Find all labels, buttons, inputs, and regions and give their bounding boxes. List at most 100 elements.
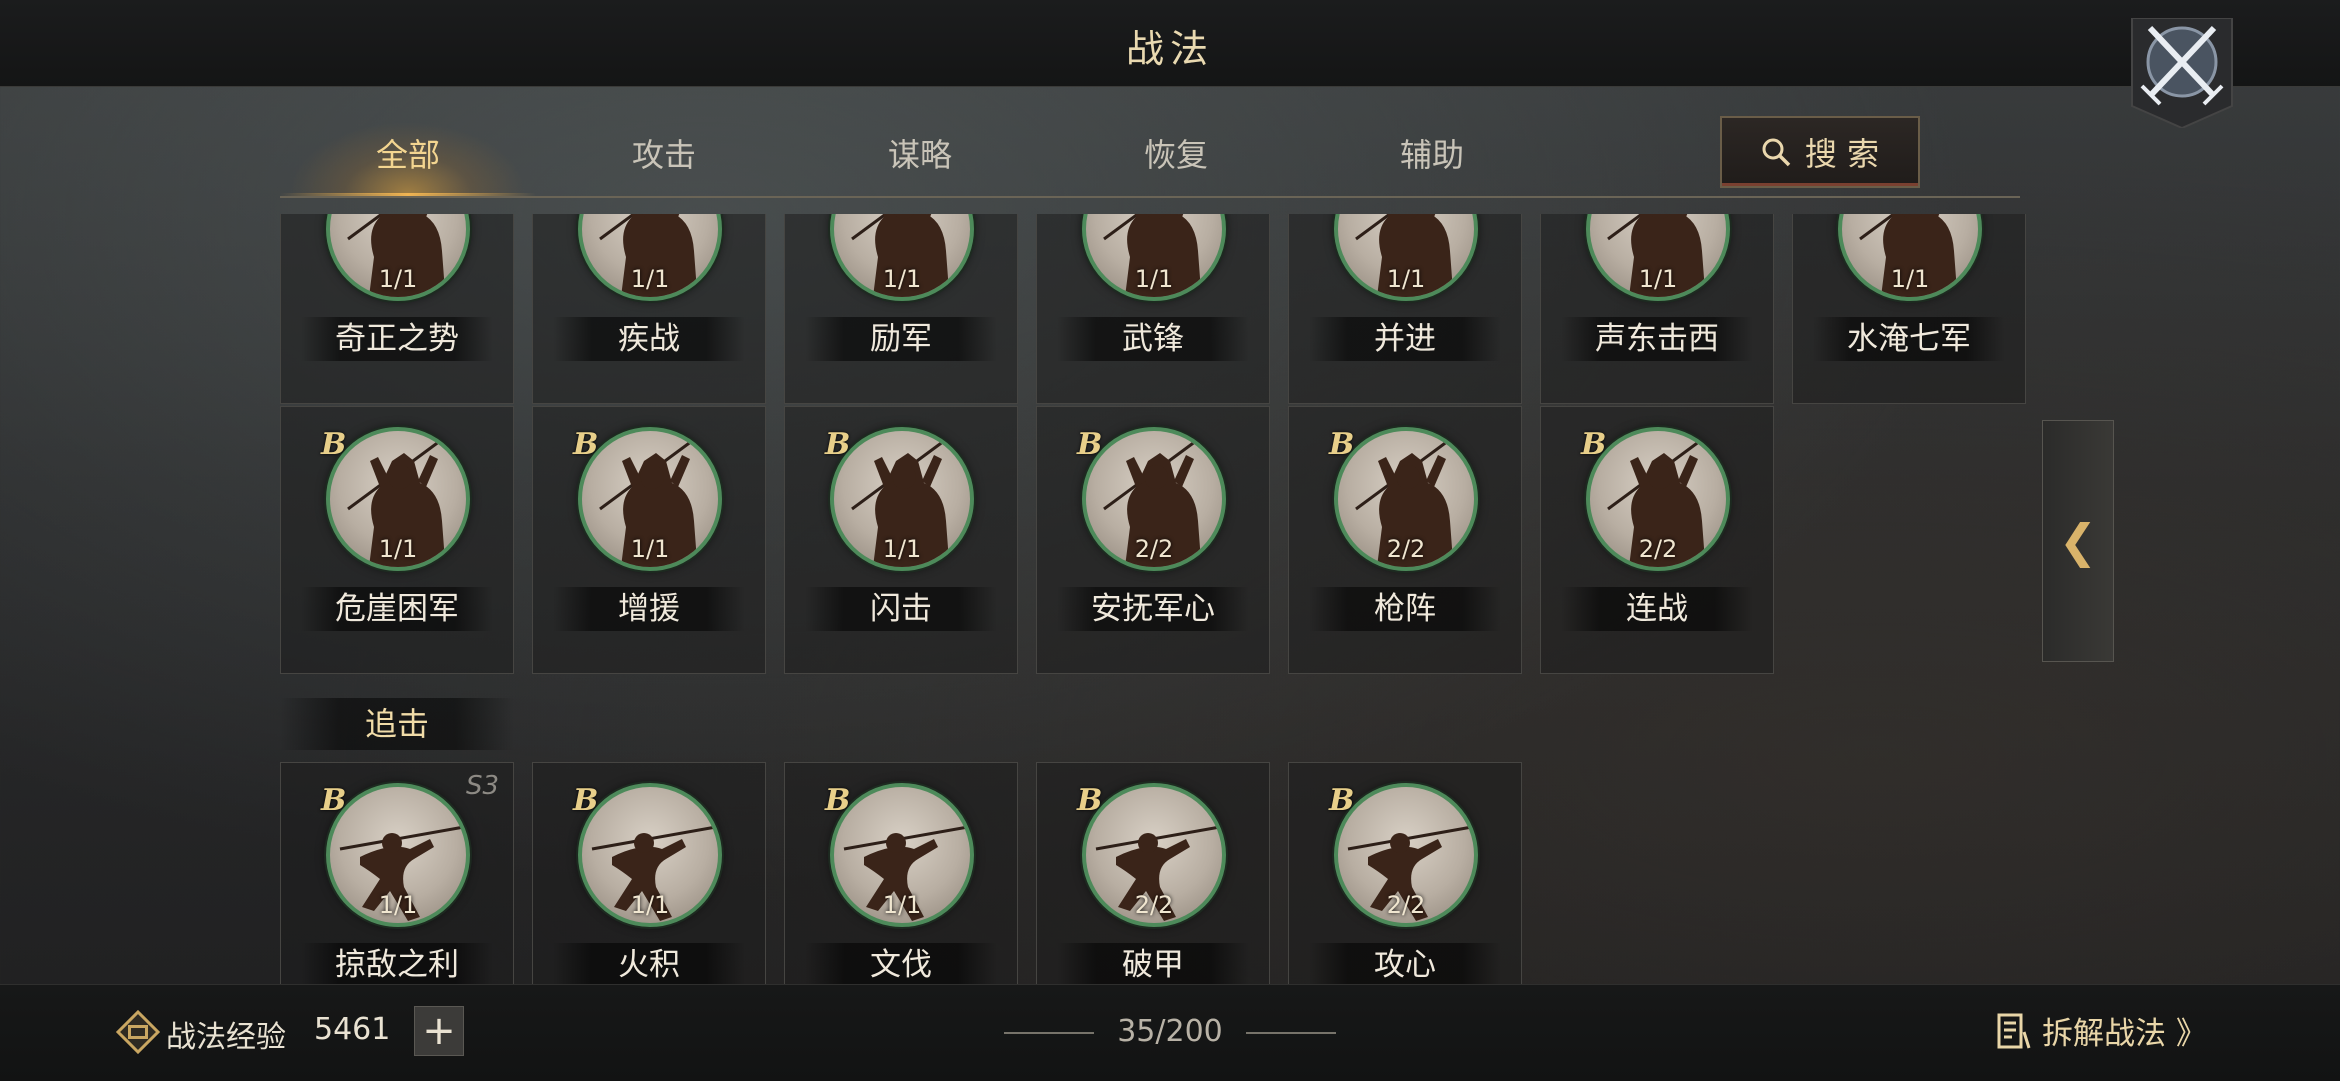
tactic-count: 1/1 xyxy=(378,265,418,293)
tactic-name: 攻心 xyxy=(1309,943,1501,984)
tactic-name: 连战 xyxy=(1561,587,1753,631)
grade-badge: B xyxy=(1077,427,1103,462)
close-button[interactable] xyxy=(2128,17,2236,130)
tab-recovery[interactable]: 恢复 xyxy=(1048,116,1304,194)
search-label: 搜 索 xyxy=(1804,135,1880,173)
tactic-count: 1/1 xyxy=(1134,265,1174,293)
tactic-icon: 2/2 xyxy=(1082,783,1226,927)
tactic-count: 1/1 xyxy=(882,535,922,563)
tactic-card[interactable]: B 1/1 增援 xyxy=(532,406,766,674)
tactic-name: 火积 xyxy=(553,943,745,984)
tactic-card[interactable]: 1/1 武锋 xyxy=(1036,214,1270,404)
tactic-card[interactable]: B 1/1 危崖困军 xyxy=(280,406,514,674)
decompose-tactic-button[interactable]: 拆解战法 》 xyxy=(1996,1008,2207,1053)
tactic-name: 危崖困军 xyxy=(301,587,493,631)
tactic-name: 水淹七军 xyxy=(1813,317,2005,361)
tab-support[interactable]: 辅助 xyxy=(1304,116,1560,194)
grade-badge: B xyxy=(573,427,599,462)
chevron-left-icon: ❮ xyxy=(2058,514,2098,568)
tactic-card[interactable]: B S3 1/1 掠敌之利 xyxy=(280,762,514,984)
list-icon xyxy=(1997,1013,2031,1048)
tactic-count: 1/1 xyxy=(378,535,418,563)
tactic-icon: 2/2 xyxy=(1082,427,1226,571)
tactic-count: 1/1 xyxy=(630,891,670,919)
tactic-card[interactable]: 1/1 声东击西 xyxy=(1540,214,1774,404)
tactic-icon: 1/1 xyxy=(1334,214,1478,301)
tactic-icon: 1/1 xyxy=(1082,214,1226,301)
tactic-icon: 2/2 xyxy=(1586,427,1730,571)
tactic-count: 2/2 xyxy=(1638,535,1678,563)
tactic-card[interactable]: B 2/2 破甲 xyxy=(1036,762,1270,984)
search-button[interactable]: 搜 索 xyxy=(1720,116,1920,188)
tactic-count: 1/1 xyxy=(378,891,418,919)
divider-right xyxy=(1246,1032,1336,1034)
grade-badge: B xyxy=(1329,783,1355,818)
season-tag: S3 xyxy=(465,771,499,801)
grade-badge: B xyxy=(573,783,599,818)
tactic-icon: 1/1 xyxy=(1838,214,1982,301)
tactic-card[interactable]: 1/1 励军 xyxy=(784,214,1018,404)
tactic-name: 掠敌之利 xyxy=(301,943,493,984)
tactic-name: 奇正之势 xyxy=(301,317,493,361)
grade-badge: B xyxy=(1581,427,1607,462)
section-label-pursuit: 追击 xyxy=(280,698,514,750)
tactic-grid: 1/1 奇正之势 1/1 疾战 1/1 励军 1/1 武锋 1/1 并进 1/1 声东击西 1/1 水淹七… xyxy=(280,214,2040,984)
tactic-count: 1/1 xyxy=(882,265,922,293)
tactic-name: 并进 xyxy=(1309,317,1501,361)
tactic-name: 枪阵 xyxy=(1309,587,1501,631)
tactic-icon: 1/1 xyxy=(830,783,974,927)
tactic-icon: 1/1 xyxy=(578,783,722,927)
tactic-count: 2/2 xyxy=(1134,891,1174,919)
tactic-card[interactable]: B 1/1 火积 xyxy=(532,762,766,984)
tactic-card[interactable]: B 1/1 文伐 xyxy=(784,762,1018,984)
tactic-icon: 2/2 xyxy=(1334,427,1478,571)
tactic-count: 2/2 xyxy=(1386,891,1426,919)
tactic-icon: 1/1 xyxy=(326,214,470,301)
tactic-icon: 1/1 xyxy=(830,427,974,571)
tactic-card[interactable]: B 1/1 闪击 xyxy=(784,406,1018,674)
crossed-swords-icon xyxy=(2131,17,2233,130)
grade-badge: B xyxy=(1329,427,1355,462)
tab-strategy[interactable]: 谋略 xyxy=(792,116,1048,194)
tactic-card[interactable]: B 2/2 连战 xyxy=(1540,406,1774,674)
side-panel-toggle[interactable]: ❮ xyxy=(2042,420,2114,662)
tactic-card[interactable]: 1/1 奇正之势 xyxy=(280,214,514,404)
tactic-card[interactable]: 1/1 并进 xyxy=(1288,214,1522,404)
tactic-count: 1/1 xyxy=(630,535,670,563)
tactic-icon: 1/1 xyxy=(578,214,722,301)
tactic-icon: 2/2 xyxy=(1334,783,1478,927)
grade-badge: B xyxy=(321,783,347,818)
tactic-name: 励军 xyxy=(805,317,997,361)
tab-all[interactable]: 全部 xyxy=(280,116,536,196)
tactic-count: 1/1 xyxy=(1386,265,1426,293)
page-title: 战法 xyxy=(1125,27,1214,71)
tactic-icon: 1/1 xyxy=(1586,214,1730,301)
decompose-label: 拆解战法 》 xyxy=(2042,1016,2207,1052)
grade-badge: B xyxy=(825,427,851,462)
tactic-count: 1/1 xyxy=(1890,265,1930,293)
tactic-card[interactable]: B 2/2 枪阵 xyxy=(1288,406,1522,674)
tactic-icon: 1/1 xyxy=(578,427,722,571)
tactic-count: 2/2 xyxy=(1134,535,1174,563)
tactic-count: 1/1 xyxy=(1638,265,1678,293)
tactic-name: 武锋 xyxy=(1057,317,1249,361)
tactic-name: 增援 xyxy=(553,587,745,631)
tactic-count: 1/1 xyxy=(882,891,922,919)
tactic-card[interactable]: B 2/2 攻心 xyxy=(1288,762,1522,984)
grade-badge: B xyxy=(825,783,851,818)
tactic-icon: 1/1 xyxy=(326,427,470,571)
tactic-card[interactable]: B 2/2 安抚军心 xyxy=(1036,406,1270,674)
tactic-name: 疾战 xyxy=(553,317,745,361)
tactic-icon: 1/1 xyxy=(830,214,974,301)
tab-attack[interactable]: 攻击 xyxy=(536,116,792,194)
tactic-card[interactable]: 1/1 疾战 xyxy=(532,214,766,404)
tactic-capacity: 35/200 xyxy=(1117,1014,1223,1049)
grade-badge: B xyxy=(1077,783,1103,818)
tactic-card[interactable]: 1/1 水淹七军 xyxy=(1792,214,2026,404)
tactic-name: 闪击 xyxy=(805,587,997,631)
tactic-name: 破甲 xyxy=(1057,943,1249,984)
tactic-name: 文伐 xyxy=(805,943,997,984)
search-icon xyxy=(1762,138,1791,167)
grade-badge: B xyxy=(321,427,347,462)
tactic-icon: 1/1 xyxy=(326,783,470,927)
